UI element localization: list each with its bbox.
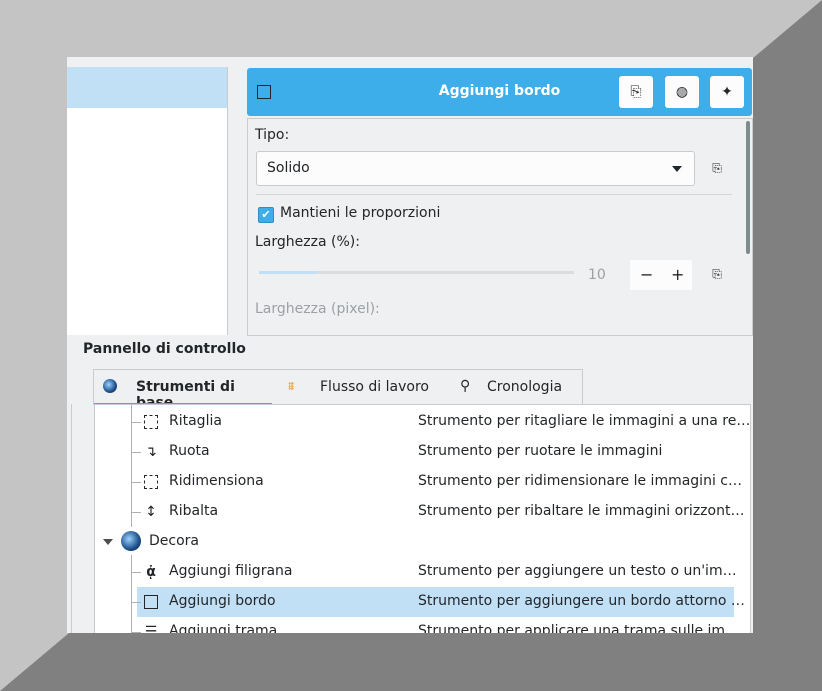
panel-tabbar: Strumenti di base ⩩ Flusso di lavoro ⚲ C… <box>93 369 583 411</box>
tree-branch <box>131 452 141 453</box>
reset-settings-button[interactable]: ⎘ <box>619 76 653 108</box>
rotate-icon: ↴ <box>145 444 157 460</box>
tree-row[interactable]: ↕ Ribalta Strumento per ribaltare le imm… <box>95 497 750 527</box>
document-reset-icon: ⎘ <box>630 84 642 100</box>
search-icon: ⚲ <box>460 378 471 394</box>
width-pct-stepper[interactable]: − + <box>630 260 692 290</box>
tool-name: Ritaglia <box>169 413 222 429</box>
workflow-icon: ⩩ <box>288 379 295 393</box>
tab-label: Cronologia <box>487 379 563 395</box>
width-pct-label: Larghezza (%): <box>255 234 360 250</box>
flip-icon: ↕ <box>145 504 157 520</box>
reset-width-icon[interactable]: ⎘ <box>710 267 724 281</box>
tree-row[interactable]: ᾀ Aggiungi filigrana Strumento per aggiu… <box>95 557 750 587</box>
tree-branch <box>131 512 141 513</box>
keep-ratio-label: Mantieni le proporzioni <box>280 205 441 221</box>
tool-description: Strumento per aggiungere un bordo attorn… <box>418 593 745 609</box>
tool-header: Aggiungi bordo ⎘ ◍ ✦ <box>247 68 752 116</box>
stepper-minus-button[interactable]: − <box>640 265 653 284</box>
tool-description: Strumento per ritagliare le immagini a u… <box>418 413 751 429</box>
tab-workflow[interactable]: ⩩ Flusso di lavoro <box>284 370 434 405</box>
web-help-button[interactable]: ◍ <box>665 76 699 108</box>
type-value: Solido <box>267 160 310 176</box>
settings-panel: Tipo: Solido ⎘ ✔ Mantieni le proporzioni… <box>247 118 753 336</box>
tree-row-selected[interactable]: Aggiungi bordo Strumento per aggiungere … <box>95 587 750 617</box>
reset-type-icon[interactable]: ⎘ <box>710 161 724 175</box>
width-pct-value: 10 <box>588 267 606 283</box>
chevron-down-icon <box>672 166 682 172</box>
tree-branch <box>131 422 141 423</box>
tree-branch <box>131 602 141 603</box>
tool-name: Ribalta <box>169 503 219 519</box>
tree-row[interactable]: Ritaglia Strumento per ritagliare le imm… <box>95 407 750 437</box>
tree-row[interactable]: Ridimensiona Strumento per ridimensionar… <box>95 467 750 497</box>
tree-branch <box>131 482 141 483</box>
tab-basic-tools[interactable]: Strumenti di base <box>94 370 272 411</box>
watermark-icon: ᾀ <box>146 564 156 580</box>
panel-title: Pannello di controllo <box>83 341 246 357</box>
tree-group-row[interactable]: Decora <box>95 527 750 557</box>
globe-icon <box>103 379 117 393</box>
tool-name: Ruota <box>169 443 210 459</box>
tool-name: Ridimensiona <box>169 473 264 489</box>
decorate-group-icon <box>121 531 141 551</box>
selected-list-item[interactable] <box>67 67 227 108</box>
tree-row[interactable]: ☰ Aggiungi trama Strumento per applicare… <box>95 617 750 633</box>
image-list-pane[interactable] <box>67 67 228 335</box>
width-pct-slider[interactable] <box>259 271 574 274</box>
tool-name: Aggiungi filigrana <box>169 563 293 579</box>
tool-name: Aggiungi bordo <box>169 593 276 609</box>
app-window: Aggiungi bordo ⎘ ◍ ✦ Tipo: Solido ⎘ ✔ Ma… <box>67 57 753 633</box>
separator <box>256 194 732 195</box>
sparkle-icon: ✦ <box>721 84 733 100</box>
globe-icon: ◍ <box>675 84 689 100</box>
keep-ratio-checkbox[interactable]: ✔ <box>258 207 274 223</box>
width-px-label: Larghezza (pixel): <box>255 301 380 317</box>
resize-icon <box>143 474 159 490</box>
tool-description: Strumento per aggiungere un testo o un'i… <box>418 563 737 579</box>
tool-description: Strumento per applicare una trama sulle … <box>418 623 740 633</box>
group-name: Decora <box>149 533 199 549</box>
border-icon <box>143 594 159 610</box>
tab-history[interactable]: ⚲ Cronologia <box>454 370 582 405</box>
tool-description: Strumento per ridimensionare le immagini… <box>418 473 742 489</box>
settings-scrollbar[interactable] <box>746 121 750 254</box>
type-label: Tipo: <box>255 127 290 143</box>
stepper-plus-button[interactable]: + <box>671 265 684 284</box>
crop-icon <box>143 414 159 430</box>
tab-label: Flusso di lavoro <box>320 379 429 395</box>
slider-fill <box>259 271 317 274</box>
type-combobox[interactable]: Solido <box>256 151 695 186</box>
expander-icon[interactable] <box>103 539 113 545</box>
texture-icon: ☰ <box>144 624 158 633</box>
tree-row[interactable]: ↴ Ruota Strumento per ruotare le immagin… <box>95 437 750 467</box>
tool-description: Strumento per ribaltare le immagini oriz… <box>418 503 745 519</box>
tool-name: Aggiungi trama <box>169 623 278 633</box>
tool-tree: Ritaglia Strumento per ritagliare le imm… <box>94 404 751 633</box>
apply-button[interactable]: ✦ <box>710 76 744 108</box>
tree-branch <box>131 572 141 573</box>
left-panel-stub <box>67 404 72 633</box>
tree-branch <box>131 632 141 633</box>
tool-description: Strumento per ruotare le immagini <box>418 443 663 459</box>
